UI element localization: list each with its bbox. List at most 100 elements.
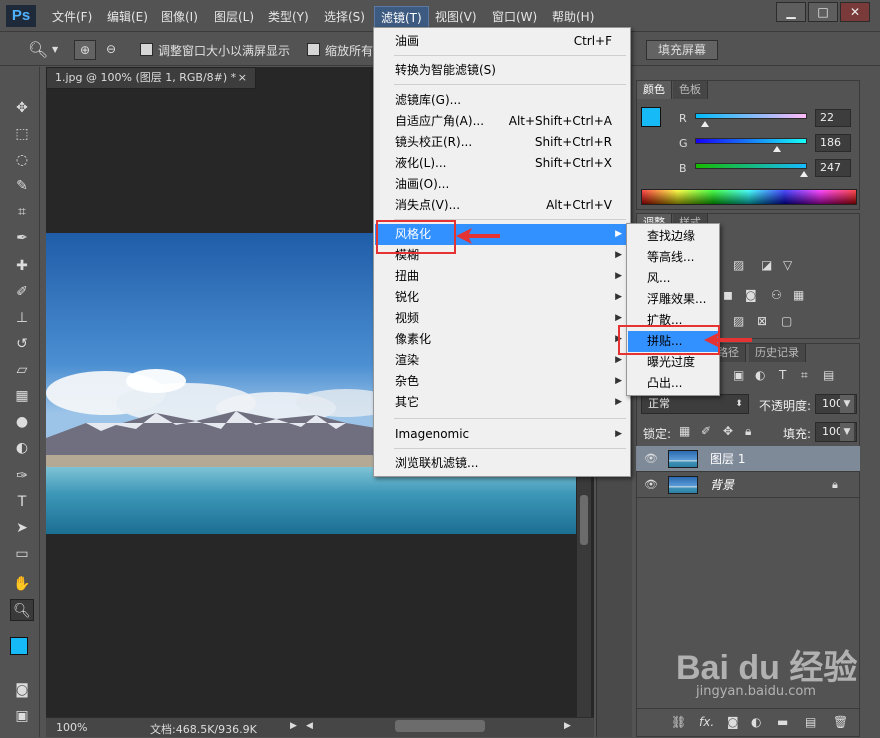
eye-icon[interactable]: 👁︎ <box>644 446 658 472</box>
blue-slider-knob[interactable] <box>799 171 808 177</box>
filter-type-icon[interactable]: T <box>779 368 786 382</box>
color-balance-icon[interactable]: ◼ <box>723 288 733 302</box>
menu-item-distort[interactable]: 扭曲 ▶ <box>375 266 630 287</box>
lock-paint-icon[interactable]: ✐ <box>701 424 711 438</box>
layer-row[interactable]: 👁︎ 背景 🔒︎ <box>636 472 860 498</box>
zoom-tool-icon[interactable]: 🔍︎ <box>10 599 34 621</box>
minimize-button[interactable]: ▁ <box>776 2 806 22</box>
menu-item-oil-paint[interactable]: 油画(O)... <box>375 174 630 195</box>
close-tab-icon[interactable]: × <box>238 68 247 88</box>
group-folder-icon[interactable]: ▬ <box>777 715 788 729</box>
menu-view[interactable]: 视图(V) <box>435 8 477 25</box>
color-lookup-icon[interactable]: ▦ <box>793 288 804 302</box>
filter-shape-icon[interactable]: ⌗ <box>801 368 808 383</box>
stamp-tool-icon[interactable]: ⊥ <box>10 307 34 329</box>
submenu-item-emboss[interactable]: 浮雕效果... <box>628 289 719 310</box>
chevron-down-icon[interactable]: ▼ <box>840 423 854 441</box>
status-menu-arrow-icon[interactable]: ▶ <box>290 721 297 731</box>
green-slider-knob[interactable] <box>772 146 781 152</box>
link-layers-icon[interactable]: ⛓ <box>671 715 686 729</box>
blur-tool-icon[interactable]: ● <box>10 411 34 433</box>
threshold-icon[interactable]: ⊠ <box>757 314 767 328</box>
fill-field[interactable]: 100% ▼ <box>815 422 857 442</box>
menu-item-liquify[interactable]: 液化(L)... Shift+Ctrl+X <box>375 153 630 174</box>
quick-mask-icon[interactable]: ◙ <box>10 679 34 701</box>
zoom-out-icon[interactable]: ⊖ <box>100 40 122 60</box>
document-tab[interactable]: 1.jpg @ 100% (图层 1, RGB/8#) * × <box>46 67 256 89</box>
lock-transparent-icon[interactable]: ▦ <box>679 424 690 438</box>
zoom-in-icon[interactable]: ⊕ <box>74 40 96 60</box>
menu-item-adaptive-wide-angle[interactable]: 自适应广角(A)... Alt+Shift+Ctrl+A <box>375 111 630 132</box>
color-foreground-swatch[interactable] <box>641 107 661 127</box>
eyedropper-tool-icon[interactable]: ✒ <box>10 227 34 249</box>
blend-mode-select[interactable]: 正常 ⬍ <box>641 394 749 414</box>
menu-item-browse-online[interactable]: 浏览联机滤镜... <box>375 453 630 474</box>
quick-select-tool-icon[interactable]: ✎ <box>10 175 34 197</box>
scroll-right-arrow-icon[interactable]: ▶ <box>564 721 571 731</box>
zoom-level[interactable]: 100% <box>56 721 87 734</box>
submenu-item-extrude[interactable]: 凸出... <box>628 373 719 394</box>
pen-tool-icon[interactable]: ✑ <box>10 465 34 487</box>
lock-move-icon[interactable]: ✥ <box>723 424 733 438</box>
menu-item-other[interactable]: 其它 ▶ <box>375 392 630 413</box>
zoom-tool-icon[interactable]: 🔍︎ <box>28 40 48 59</box>
chevron-down-icon[interactable]: ▼ <box>52 45 58 54</box>
crop-tool-icon[interactable]: ⌗ <box>10 201 34 223</box>
new-layer-icon[interactable]: ▤ <box>805 715 816 729</box>
trash-icon[interactable]: 🗑︎ <box>833 715 848 729</box>
history-brush-icon[interactable]: ↺ <box>10 333 34 355</box>
adjustment-layer-icon[interactable]: ◐ <box>751 715 761 729</box>
blue-slider[interactable] <box>695 163 807 169</box>
channel-mixer-icon[interactable]: ⚇ <box>771 288 782 302</box>
menu-item-lens-correction[interactable]: 镜头校正(R)... Shift+Ctrl+R <box>375 132 630 153</box>
lock-all-icon[interactable]: 🔒︎ <box>745 424 751 439</box>
maximize-button[interactable]: □ <box>808 2 838 22</box>
foreground-color-swatch[interactable] <box>10 637 28 655</box>
menu-help[interactable]: 帮助(H) <box>552 8 594 25</box>
selective-color-icon[interactable]: ▢ <box>781 314 792 328</box>
green-value-field[interactable]: 186 <box>815 134 851 152</box>
menu-layer[interactable]: 图层(L) <box>214 8 254 25</box>
gradient-tool-icon[interactable]: ▦ <box>10 385 34 407</box>
brush-tool-icon[interactable]: ✐ <box>10 281 34 303</box>
green-slider[interactable] <box>695 138 807 144</box>
submenu-item-trace-contour[interactable]: 等高线... <box>628 247 719 268</box>
submenu-item-solarize[interactable]: 曝光过度 <box>628 352 719 373</box>
menu-item-video[interactable]: 视频 ▶ <box>375 308 630 329</box>
menu-item-noise[interactable]: 杂色 ▶ <box>375 371 630 392</box>
screen-mode-icon[interactable]: ▣ <box>10 705 34 727</box>
lasso-tool-icon[interactable]: ◌ <box>10 149 34 171</box>
red-slider[interactable] <box>695 113 807 119</box>
add-mask-icon[interactable]: ◙ <box>727 715 739 729</box>
layer-name[interactable]: 背景 <box>710 472 734 498</box>
horizontal-scroll-thumb[interactable] <box>395 720 485 732</box>
filter-pixel-icon[interactable]: ▣ <box>733 368 744 382</box>
gradient-map-icon[interactable]: ▽ <box>783 258 792 272</box>
marquee-tool-icon[interactable]: ⬚ <box>10 123 34 145</box>
exposure-adjust-icon[interactable]: ◪ <box>761 258 772 272</box>
curves-adjust-icon[interactable]: ▨ <box>733 258 744 272</box>
color-spectrum-ramp[interactable] <box>641 189 857 205</box>
menu-image[interactable]: 图像(I) <box>161 8 198 25</box>
menu-window[interactable]: 窗口(W) <box>492 8 537 25</box>
eye-icon[interactable]: 👁︎ <box>644 472 658 498</box>
chevron-down-icon[interactable]: ▼ <box>840 395 854 413</box>
filter-adjust-icon[interactable]: ◐ <box>755 368 765 382</box>
menu-file[interactable]: 文件(F) <box>52 8 92 25</box>
menu-select[interactable]: 选择(S) <box>324 8 365 25</box>
zoom-all-checkbox[interactable] <box>307 43 320 56</box>
path-select-tool-icon[interactable]: ➤ <box>10 517 34 539</box>
dodge-tool-icon[interactable]: ◐ <box>10 437 34 459</box>
opacity-field[interactable]: 100% ▼ <box>815 394 857 414</box>
healing-brush-icon[interactable]: ✚ <box>10 255 34 277</box>
fill-screen-button[interactable]: 填充屏幕 <box>646 40 718 60</box>
tab-swatches[interactable]: 色板 <box>673 81 708 99</box>
menu-item-vanishing-point[interactable]: 消失点(V)... Alt+Ctrl+V <box>375 195 630 216</box>
menu-item-render[interactable]: 渲染 ▶ <box>375 350 630 371</box>
posterize-icon[interactable]: ▨ <box>733 314 744 328</box>
vertical-scroll-thumb[interactable] <box>580 495 588 545</box>
menu-item-last-filter[interactable]: 油画 Ctrl+F <box>375 31 630 52</box>
close-button[interactable]: ✕ <box>840 2 870 22</box>
eraser-tool-icon[interactable]: ▱ <box>10 359 34 381</box>
move-tool-icon[interactable]: ✥ <box>10 97 34 119</box>
